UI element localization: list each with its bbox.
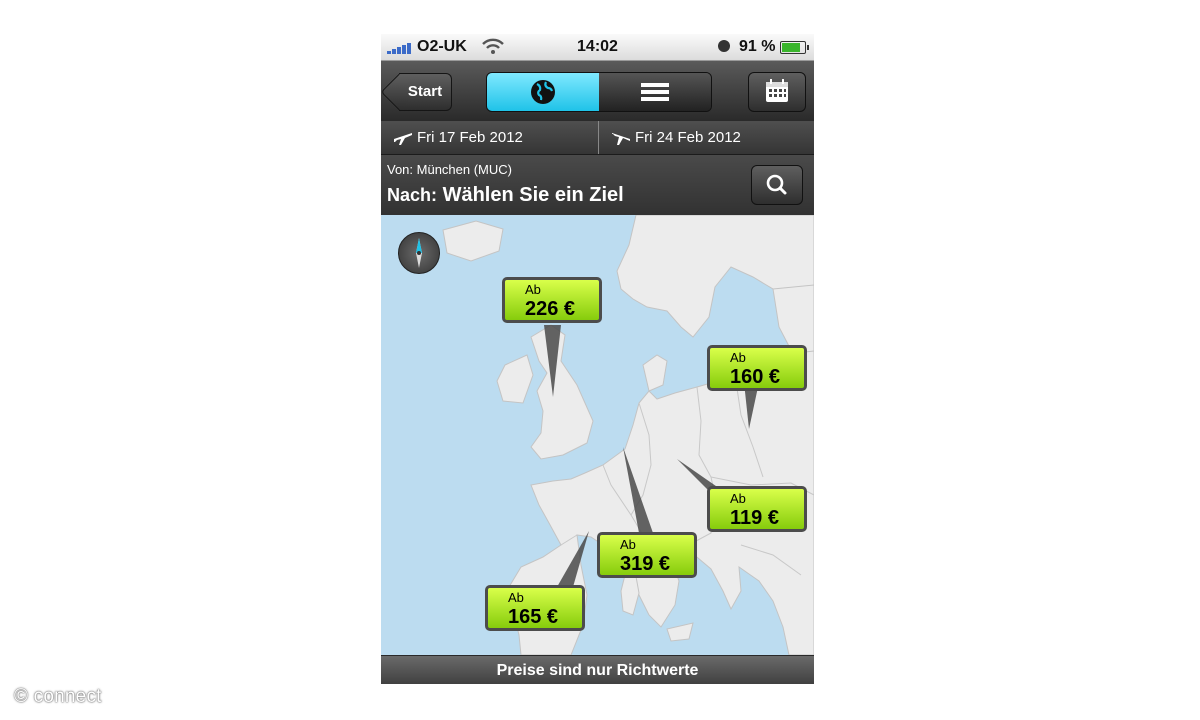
- start-back-button[interactable]: Start: [399, 73, 452, 111]
- date-bar: Fri 17 Feb 2012 Fri 24 Feb 2012: [381, 121, 814, 155]
- return-plane-icon: [612, 133, 630, 145]
- map-view-tab[interactable]: [487, 73, 599, 111]
- list-view-tab[interactable]: [599, 73, 711, 111]
- start-back-label: Start: [407, 83, 443, 100]
- destination-placeholder: Wählen Sie ein Ziel: [442, 184, 624, 206]
- copyright-watermark: © connect: [14, 686, 102, 707]
- price-tag-madrid[interactable]: Ab 165 €: [485, 585, 585, 631]
- departure-date: Fri 17 Feb 2012: [417, 129, 523, 146]
- price-amount: 119 €: [730, 507, 779, 529]
- price-amount: 160 €: [730, 366, 781, 388]
- calendar-icon: [766, 79, 788, 102]
- view-segmented-control: [486, 72, 712, 112]
- price-tag-warsaw[interactable]: Ab 160 €: [707, 345, 807, 391]
- departure-plane-icon: [394, 133, 412, 145]
- battery-percent: 91 %: [739, 38, 776, 55]
- phone-screen: O2-UK 14:02 91 % Start Fri 17 Feb 2012 F…: [381, 34, 814, 684]
- origin-label: Von: München (MUC): [387, 162, 512, 177]
- price-tag-paris[interactable]: Ab 319 €: [597, 532, 697, 578]
- price-prefix: Ab: [525, 282, 541, 297]
- price-prefix: Ab: [730, 350, 746, 365]
- list-icon: [641, 83, 669, 101]
- return-date: Fri 24 Feb 2012: [635, 129, 741, 146]
- price-amount: 165 €: [508, 606, 559, 628]
- price-tag-budapest[interactable]: Ab 119 €: [707, 486, 807, 532]
- price-prefix: Ab: [620, 537, 636, 552]
- departure-date-button[interactable]: Fri 17 Feb 2012: [381, 121, 597, 154]
- price-amount: 319 €: [620, 553, 671, 575]
- destination-prefix: Nach:: [387, 185, 438, 205]
- price-tag-london[interactable]: Ab 226 €: [502, 277, 602, 323]
- search-button[interactable]: [751, 165, 803, 205]
- navigation-bar: Start: [381, 61, 814, 121]
- price-prefix: Ab: [508, 590, 524, 605]
- battery-icon: [780, 41, 809, 54]
- globe-icon: [531, 80, 555, 104]
- return-date-button[interactable]: Fri 24 Feb 2012: [598, 121, 814, 154]
- map-view[interactable]: Ab 226 € Ab 160 € Ab 119 € Ab 319 € Ab 1…: [381, 215, 814, 655]
- search-icon: [766, 174, 787, 195]
- price-prefix: Ab: [730, 491, 746, 506]
- status-bar: O2-UK 14:02 91 %: [381, 34, 814, 61]
- calendar-button[interactable]: [748, 72, 806, 112]
- price-disclaimer: Preise sind nur Richtwerte: [381, 655, 814, 684]
- route-bar: Von: München (MUC) Nach: Wählen Sie ein …: [381, 155, 814, 215]
- price-amount: 226 €: [525, 298, 576, 320]
- clock-lock-icon: [718, 40, 730, 52]
- destination-field[interactable]: Nach: Wählen Sie ein Ziel: [387, 184, 624, 207]
